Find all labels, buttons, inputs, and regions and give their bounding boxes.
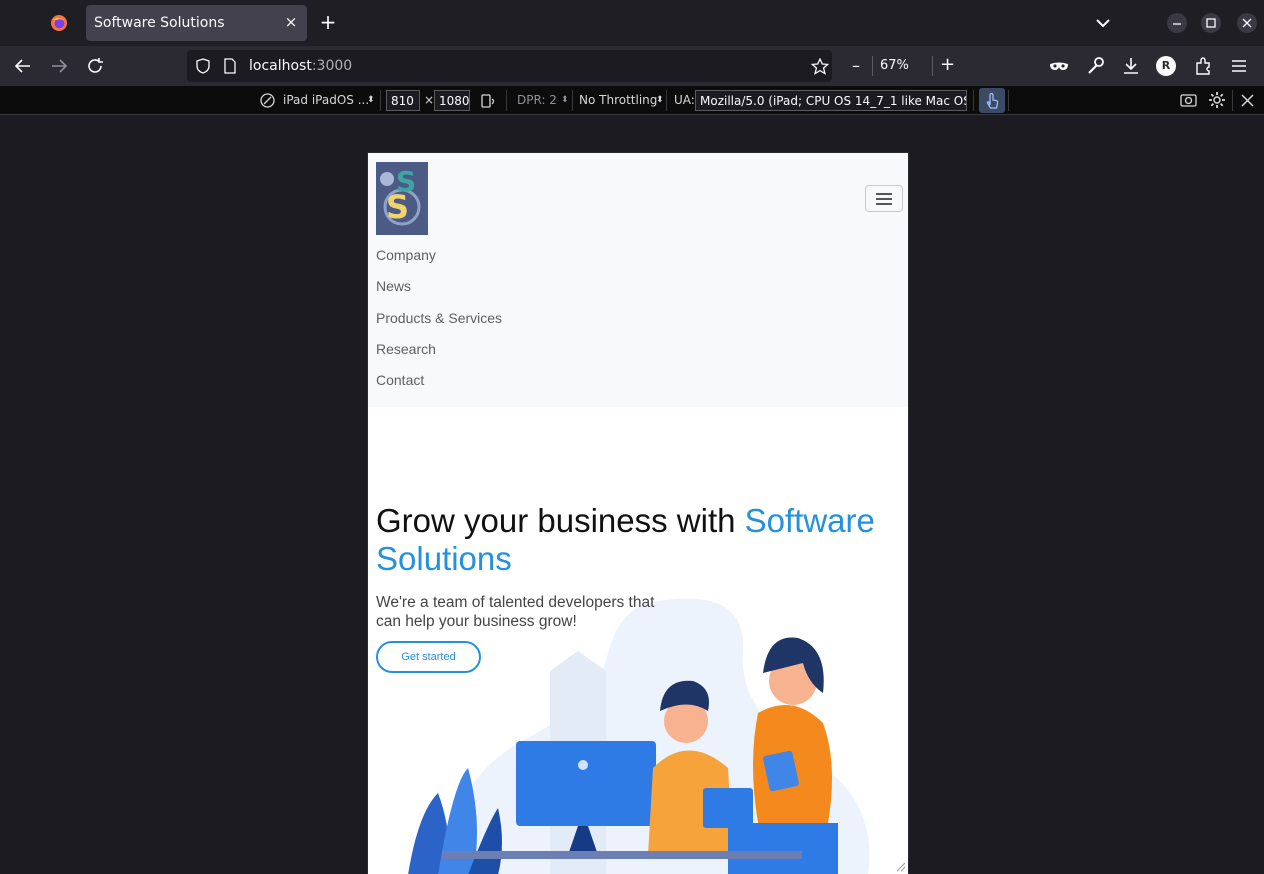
tab-strip: Software Solutions × + (0, 0, 1264, 46)
divider (506, 90, 507, 111)
divider (380, 90, 381, 111)
nav-link-products-services[interactable]: Products & Services (376, 310, 502, 326)
screenshot-icon[interactable] (1180, 92, 1197, 108)
divider (1008, 90, 1009, 111)
zoom-in-button[interactable]: + (940, 54, 955, 75)
minimize-window-icon[interactable] (1167, 13, 1187, 33)
zoom-control: – 67% + (844, 50, 964, 82)
nav-link-research[interactable]: Research (376, 341, 436, 357)
reload-icon[interactable] (84, 55, 106, 77)
menu-icon[interactable] (1228, 55, 1250, 77)
hero-subtitle: We're a team of talented developers that… (376, 594, 655, 630)
hero-illustration (408, 598, 870, 874)
bookmark-star-icon[interactable] (811, 58, 829, 75)
forward-icon[interactable] (48, 55, 70, 77)
divider (872, 56, 873, 76)
extensions-icon[interactable] (1192, 55, 1214, 77)
device-icon (260, 93, 275, 108)
downloads-icon[interactable] (1120, 55, 1142, 77)
width-input[interactable]: 810 (386, 90, 420, 111)
divider (1232, 90, 1233, 111)
user-agent-input[interactable]: Mozilla/5.0 (iPad; CPU OS 14_7_1 like Ma… (695, 90, 967, 111)
hamburger-icon (876, 198, 892, 200)
navigation-toolbar: localhost:3000 – 67% + R (0, 46, 1264, 86)
nav-link-company[interactable]: Company (376, 247, 436, 263)
site-navbar: S S Company News Products & Services Res… (368, 153, 908, 407)
navbar-toggler-button[interactable] (865, 185, 903, 212)
wrench-icon[interactable] (1084, 55, 1106, 77)
hero-title-plain: Grow your business with (376, 502, 745, 539)
touch-icon (986, 92, 999, 109)
throttling-select[interactable]: No Throttling (579, 93, 657, 107)
nav-link-news[interactable]: News (376, 278, 411, 294)
back-icon[interactable] (12, 55, 34, 77)
page-icon[interactable] (223, 58, 237, 74)
divider (666, 90, 667, 111)
close-rdm-icon[interactable] (1240, 93, 1255, 108)
list-all-tabs-icon[interactable] (1093, 13, 1113, 33)
hero-title: Grow your business with Software Solutio… (376, 502, 906, 578)
url-text[interactable]: localhost:3000 (249, 58, 352, 74)
hamburger-icon (876, 193, 892, 195)
device-viewport: S S Company News Products & Services Res… (367, 152, 909, 874)
dpr-dropdown-icon[interactable]: ⬍ (561, 95, 569, 105)
active-tab[interactable]: Software Solutions × (86, 5, 307, 41)
throttling-dropdown-icon[interactable]: ⬍ (656, 95, 664, 105)
firefox-icon[interactable] (50, 14, 68, 32)
rotate-icon[interactable] (480, 93, 496, 109)
settings-gear-icon[interactable] (1208, 91, 1226, 109)
url-bar[interactable]: localhost:3000 (187, 50, 832, 82)
resize-handle-icon[interactable] (894, 860, 906, 872)
account-avatar[interactable]: R (1156, 56, 1176, 76)
nav-link-contact[interactable]: Contact (376, 372, 424, 388)
divider (572, 90, 573, 111)
device-select[interactable]: iPad iPadOS ... (283, 93, 369, 107)
new-tab-button[interactable]: + (318, 12, 338, 32)
zoom-out-button[interactable]: – (852, 56, 860, 75)
ua-label: UA: (674, 93, 695, 107)
dpr-select[interactable]: DPR: 2 (517, 93, 557, 107)
height-input[interactable]: 1080 (434, 90, 470, 111)
divider (932, 56, 933, 76)
dimension-separator: × (424, 93, 435, 107)
divider (973, 90, 974, 111)
logo-icon: S S (376, 162, 428, 235)
zoom-level[interactable]: 67% (880, 58, 909, 73)
maximize-window-icon[interactable] (1201, 13, 1221, 33)
url-port: :3000 (311, 58, 353, 74)
svg-text:S: S (386, 188, 409, 226)
shield-icon[interactable] (195, 58, 211, 74)
device-dropdown-icon[interactable]: ⬍ (367, 95, 375, 105)
tab-title: Software Solutions (94, 15, 225, 31)
hamburger-icon (876, 203, 892, 205)
url-host: localhost (249, 58, 312, 74)
responsive-design-toolbar: iPad iPadOS ... ⬍ 810 × 1080 DPR: 2 ⬍ No… (0, 86, 1264, 115)
site-logo[interactable]: S S (376, 162, 428, 235)
tab-close-icon[interactable]: × (283, 14, 299, 30)
close-window-icon[interactable] (1237, 13, 1257, 33)
get-started-button[interactable]: Get started (376, 641, 481, 673)
touch-simulation-button[interactable] (979, 88, 1005, 113)
private-mask-icon[interactable] (1048, 55, 1070, 77)
